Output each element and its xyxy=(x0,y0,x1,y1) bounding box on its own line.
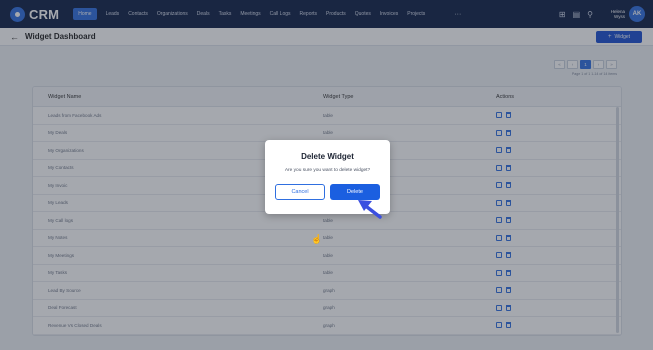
delete-button[interactable]: Delete xyxy=(330,184,380,200)
delete-widget-dialog: Delete Widget Are you sure you want to d… xyxy=(265,140,390,214)
dialog-message: Are you sure you want to delete widget? xyxy=(284,168,371,173)
dialog-title: Delete Widget xyxy=(301,152,354,161)
mouse-cursor-icon: ☝ xyxy=(311,234,323,244)
cancel-button[interactable]: Cancel xyxy=(275,184,325,200)
